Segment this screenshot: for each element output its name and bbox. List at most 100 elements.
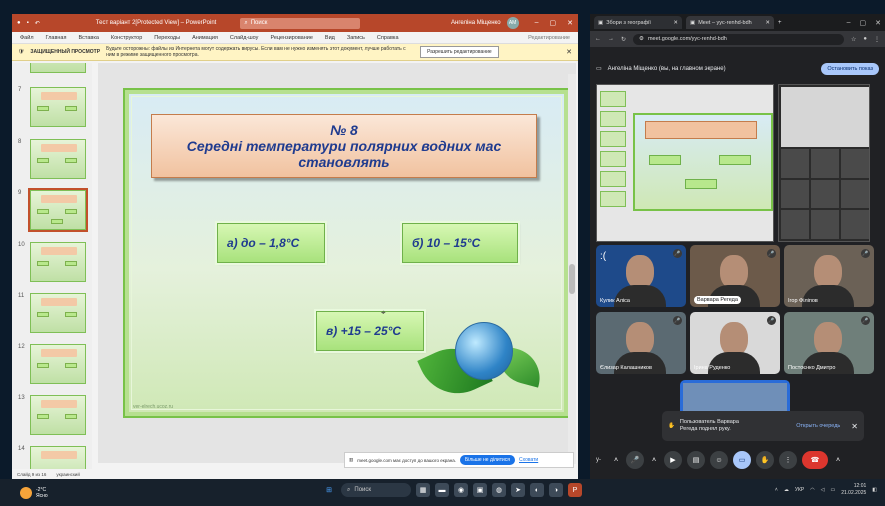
ppt-user-name[interactable]: Ангеліна Міщенко (451, 20, 501, 26)
slide-canvas[interactable]: № 8 Середні температури полярних водних … (123, 88, 570, 418)
stop-presenting-button[interactable]: Остановить показ (821, 62, 879, 75)
close-tab-icon[interactable]: ✕ (765, 20, 770, 26)
minimize-icon[interactable]: – (847, 19, 851, 27)
participant-tile[interactable]: 🎤 Ірина Руденко (690, 312, 780, 374)
tab-geography[interactable]: ▣ Збори з географії ✕ (594, 16, 682, 29)
menu-view[interactable]: Вид (325, 35, 335, 41)
answer-a[interactable]: а) до – 1,8°С (215, 221, 327, 265)
restore-icon[interactable]: ▢ (860, 19, 867, 27)
leave-call-button[interactable]: ☎ (802, 451, 828, 469)
slide-thumbnail[interactable]: 10 (18, 242, 92, 286)
chevron-up-icon[interactable]: ˄ (833, 451, 843, 469)
participant-tile[interactable]: 🎤 Єлизар Калашников (596, 312, 686, 374)
slide-thumbnail[interactable]: 11 (18, 293, 92, 337)
restore-icon[interactable]: ▢ (550, 19, 557, 27)
open-queue-link[interactable]: Открыть очередь (796, 423, 840, 429)
participant-tile[interactable]: 🎤 Варвара Регеда (690, 245, 780, 307)
menu-insert[interactable]: Вставка (78, 35, 98, 41)
address-bar[interactable]: ⚙ meet.google.com/yyc-renhd-bdh (633, 33, 844, 45)
present-button[interactable]: ▭ (733, 451, 751, 469)
slide-thumbnail[interactable]: 13 (18, 395, 92, 439)
app-icon[interactable]: ◐ (530, 483, 544, 497)
site-info-icon[interactable]: ⚙ (639, 36, 644, 42)
volume-icon[interactable]: ◁ (821, 487, 825, 493)
language-indicator[interactable]: украинский (56, 472, 79, 477)
participant-tile[interactable]: 🎤 Ігор Філіпов (784, 245, 874, 307)
telegram-icon[interactable]: ➤ (511, 483, 525, 497)
enable-editing-button[interactable]: Разрешить редактирование (420, 46, 499, 58)
participant-tile[interactable]: 🎤 Постоєнко Дмитро (784, 312, 874, 374)
close-icon[interactable]: ✕ (875, 19, 881, 27)
close-icon[interactable]: ✕ (567, 19, 573, 27)
battery-icon[interactable]: ▭ (831, 487, 836, 493)
menu-transitions[interactable]: Переходы (154, 35, 180, 41)
tab-meet[interactable]: ▣ Meet – yyc-renhd-bdh ✕ (686, 16, 774, 29)
question-title-box[interactable]: № 8 Середні температури полярних водних … (151, 114, 537, 178)
autosave-icon[interactable]: ● (17, 20, 21, 26)
avatar[interactable]: АМ (506, 17, 519, 29)
menu-editing[interactable]: Редактирование (528, 35, 570, 41)
undo-icon[interactable]: ↶ (35, 20, 40, 27)
powerpoint-icon[interactable]: P (568, 483, 582, 497)
language-indicator[interactable]: УКР (795, 487, 804, 493)
emoji-button[interactable]: ☺ (710, 451, 728, 469)
hide-share-bar-link[interactable]: Сховати (519, 457, 538, 463)
app-icon[interactable]: ◑ (549, 483, 563, 497)
slide-thumbnail[interactable]: 12 (18, 344, 92, 388)
close-icon[interactable]: ✕ (566, 48, 572, 56)
camera-button[interactable]: ▶ (664, 451, 682, 469)
store-icon[interactable]: ▣ (473, 483, 487, 497)
menu-file[interactable]: Файл (20, 35, 34, 41)
answer-b[interactable]: б) 10 – 15°С (400, 221, 520, 265)
windows-start-icon[interactable]: ⊞ (322, 483, 336, 497)
weather-widget[interactable]: -2°C Ясно (20, 486, 48, 499)
captions-button[interactable]: ▤ (687, 451, 705, 469)
answer-c[interactable]: в) +15 – 25°С (314, 309, 426, 353)
back-icon[interactable]: ← (595, 36, 601, 42)
menu-record[interactable]: Запись (347, 35, 365, 41)
presentation-tile[interactable] (596, 84, 774, 242)
slide-thumbnail-selected[interactable]: 9 (18, 188, 92, 234)
reload-icon[interactable]: ↻ (621, 36, 626, 43)
close-icon[interactable]: ✕ (851, 422, 858, 431)
screen-share-preview-tile[interactable] (778, 84, 870, 242)
chevron-up-icon[interactable]: ˄ (775, 487, 778, 493)
menu-slideshow[interactable]: Слайд-шоу (230, 35, 259, 41)
mic-button[interactable]: 🎤 (626, 451, 644, 469)
slide-scrollbar[interactable] (568, 74, 576, 464)
chevron-up-icon[interactable]: ˄ (649, 451, 659, 469)
minimize-icon[interactable]: – (535, 19, 539, 27)
widgets-icon[interactable]: ▦ (416, 483, 430, 497)
clock[interactable]: 12:01 21.02.2025 (841, 483, 866, 497)
menu-home[interactable]: Главная (46, 35, 67, 41)
chrome-icon[interactable]: ◉ (454, 483, 468, 497)
meet-favicon-icon: ▣ (690, 19, 696, 26)
profile-icon[interactable]: ● (863, 36, 867, 42)
stop-sharing-button[interactable]: Більше не ділитися (459, 455, 516, 465)
save-icon[interactable]: ▪ (27, 20, 29, 26)
new-tab-icon[interactable]: + (778, 20, 782, 26)
forward-icon[interactable]: → (608, 36, 614, 42)
taskbar-search[interactable]: ⌕ Поиск (341, 483, 411, 497)
raise-hand-button[interactable]: ✋ (756, 451, 774, 469)
menu-review[interactable]: Рецензирование (270, 35, 312, 41)
close-tab-icon[interactable]: ✕ (673, 20, 678, 26)
scrollbar-thumb[interactable] (569, 264, 575, 294)
notifications-icon[interactable]: ◧ (872, 487, 877, 493)
participant-tile[interactable]: :( 🎤 Кулик Аліса (596, 245, 686, 307)
slide-thumbnail[interactable]: 7 (18, 87, 92, 131)
chevron-up-icon[interactable]: ˄ (611, 451, 621, 469)
slide-thumbnail[interactable] (18, 63, 92, 77)
bookmark-star-icon[interactable]: ☆ (851, 36, 856, 43)
slide-thumbnail[interactable]: 8 (18, 139, 92, 183)
menu-help[interactable]: Справка (377, 35, 399, 41)
ppt-search-box[interactable]: ⌕ Поиск (240, 17, 361, 29)
more-options-button[interactable]: ⋮ (779, 451, 797, 469)
menu-design[interactable]: Конструктор (111, 35, 142, 41)
wifi-icon[interactable]: ◠ (810, 487, 814, 493)
edge-icon[interactable]: ◍ (492, 483, 506, 497)
menu-animations[interactable]: Анимация (192, 35, 218, 41)
menu-dots-icon[interactable]: ⋮ (874, 36, 880, 43)
file-explorer-icon[interactable]: ▬ (435, 483, 449, 497)
cloud-icon[interactable]: ☁ (784, 487, 789, 493)
